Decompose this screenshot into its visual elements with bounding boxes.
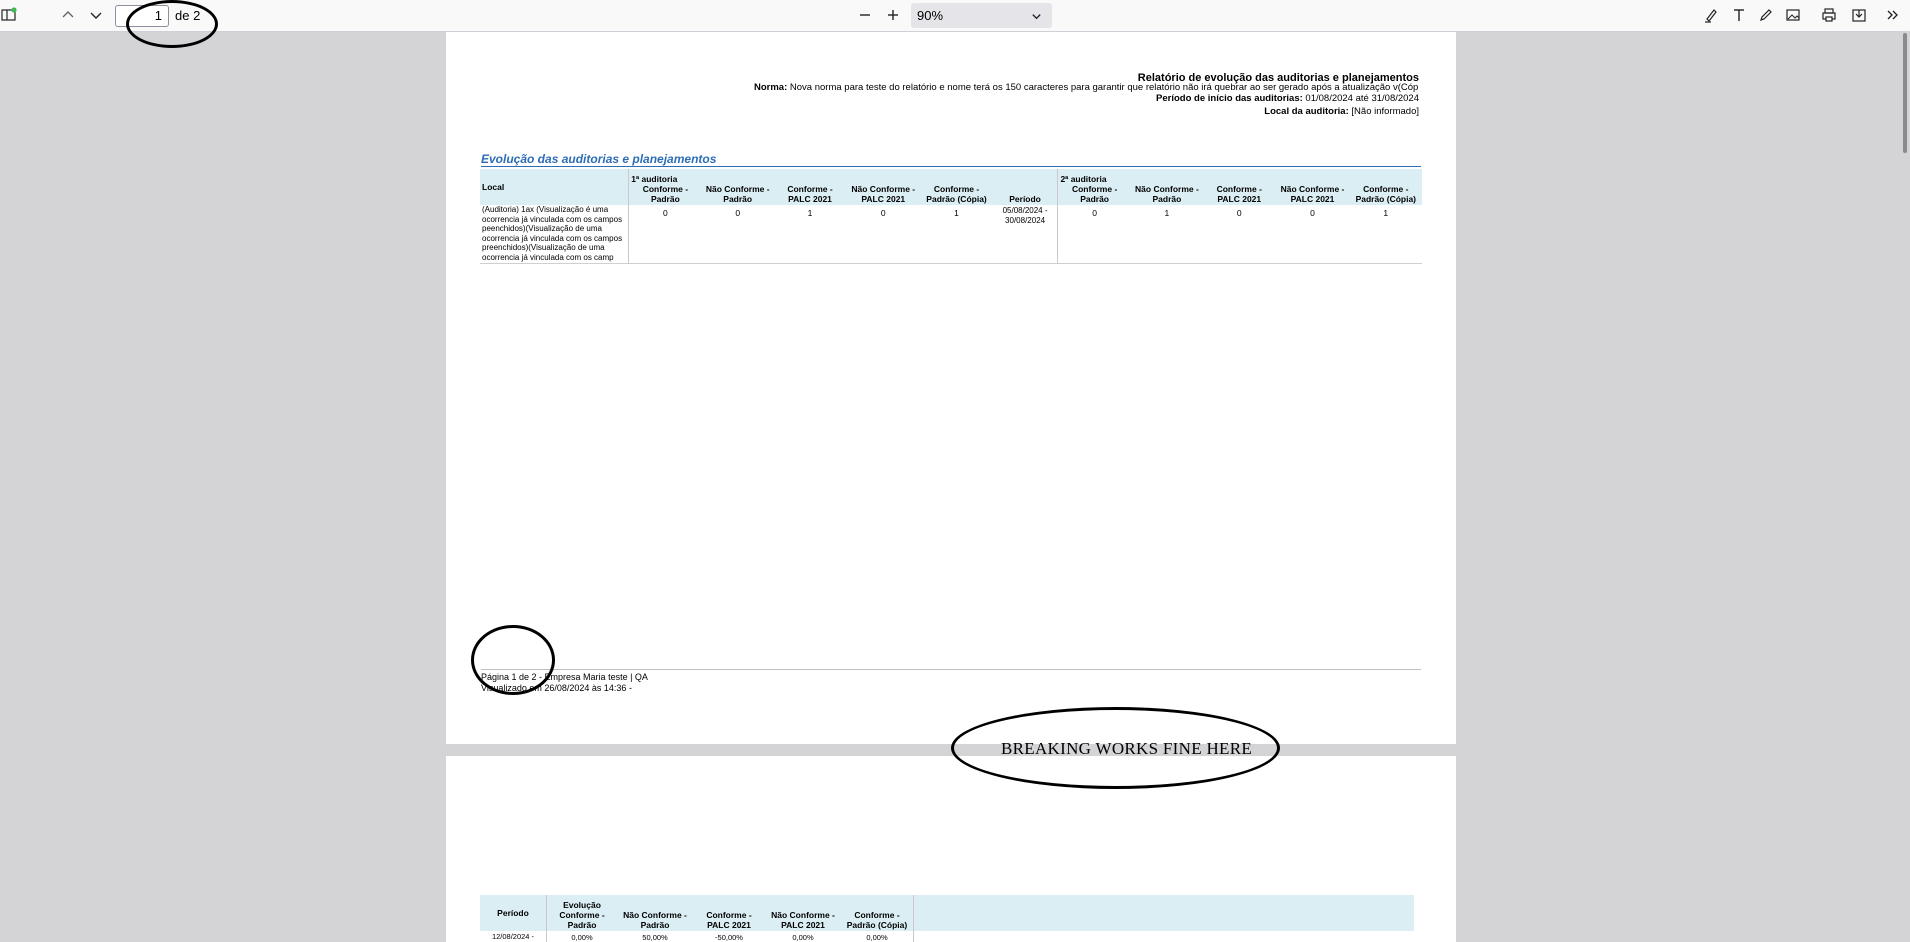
- col-header: 1ª auditoria Conforme - Padrão: [628, 169, 702, 205]
- periodo-cell: 05/08/2024 - 30/08/2024: [992, 205, 1059, 264]
- col-header: Não Conforme - PALC 2021: [765, 895, 841, 931]
- periodo-line: Período de início das auditorias: 01/08/…: [1156, 93, 1419, 104]
- pdf-page-2: Período Evolução Conforme - Padrão Não Co…: [446, 756, 1456, 942]
- value-cell: 0: [1236, 208, 1242, 218]
- pdf-page-1: Relatório de evolução das auditorias e p…: [446, 32, 1456, 744]
- annotation-ellipse-page-number: [126, 0, 218, 48]
- highlight-icon[interactable]: [1702, 6, 1720, 24]
- local-label: Local da auditoria:: [1264, 106, 1349, 117]
- col-header-label: Conforme - Padrão: [1071, 184, 1118, 204]
- value-cell: 1: [807, 208, 813, 218]
- col-header: Não Conforme - Padrão: [1130, 169, 1204, 205]
- value-cell: 50,00%: [642, 933, 668, 942]
- value-cell: 0,00%: [792, 933, 814, 942]
- section-title: Evolução das auditorias e planejamentos: [481, 152, 717, 166]
- text-icon[interactable]: [1730, 6, 1748, 24]
- draw-icon[interactable]: [1757, 6, 1775, 24]
- local-value: [Não informado]: [1351, 106, 1419, 117]
- col-header: Conforme - Padrão (Cópia): [920, 169, 993, 205]
- value-cell: 1: [954, 208, 959, 218]
- sidebar-toggle-icon[interactable]: [0, 6, 18, 24]
- col-header: 2ª auditoria Conforme - Padrão: [1057, 169, 1131, 205]
- scrollbar-thumb[interactable]: [1903, 33, 1907, 153]
- value-cell: 0: [735, 208, 741, 218]
- periodo-header: Período: [992, 169, 1059, 205]
- periodo-label: Período de início das auditorias:: [1156, 93, 1303, 104]
- periodo-cell: 12/08/2024 - 01/09/2024: [480, 931, 547, 942]
- periodo-value: 01/08/2024 até 31/08/2024: [1305, 93, 1419, 104]
- col-header: Evolução Conforme - Padrão: [546, 895, 617, 931]
- value-cell: 0: [663, 208, 668, 218]
- value-cell: 0,00%: [841, 931, 914, 942]
- col-header: Conforme - Padrão (Cópia): [1349, 169, 1422, 205]
- chevron-down-icon: [1031, 10, 1042, 25]
- zoom-in-icon[interactable]: [885, 7, 901, 23]
- group-header-1: 1ª auditoria: [631, 174, 678, 184]
- col-header: Conforme - PALC 2021: [693, 895, 765, 931]
- save-icon[interactable]: [1850, 6, 1868, 24]
- table-row: 12/08/2024 - 01/09/2024 0,00% 50,00% -50…: [480, 931, 1414, 942]
- value-cell: 1: [1383, 208, 1389, 218]
- pdf-toolbar: 1 de 2 90%: [0, 0, 1910, 32]
- print-icon[interactable]: [1820, 6, 1838, 24]
- header-filler: [913, 895, 1414, 931]
- footer-divider: [481, 669, 1421, 670]
- zoom-select[interactable]: 90%: [911, 3, 1052, 28]
- norma-label: Norma:: [754, 82, 788, 93]
- norma-value: Nova norma para teste do relatório e nom…: [789, 82, 1419, 93]
- evolution-percent-table: Período Evolução Conforme - Padrão Não Co…: [480, 895, 1414, 942]
- value-cell: 0: [880, 208, 886, 218]
- next-page-icon[interactable]: [88, 7, 104, 23]
- table-header-row: Período Evolução Conforme - Padrão Não Co…: [480, 895, 1414, 931]
- table-header-row: Local 1ª auditoria Conforme - Padrão Não …: [480, 169, 1422, 205]
- zoom-value: 90%: [917, 8, 944, 23]
- local-line: Local da auditoria: [Não informado]: [1264, 106, 1419, 117]
- value-cell: 0,00%: [571, 933, 593, 942]
- col-header: Não Conforme - PALC 2021: [846, 169, 921, 205]
- value-cell: -50,00%: [715, 933, 743, 942]
- col-header-label: Conforme - Padrão: [642, 184, 689, 204]
- periodo-header: Período: [480, 895, 547, 931]
- col-header: Não Conforme - Padrão: [617, 895, 693, 931]
- norma-line: Norma: Nova norma para teste do relatóri…: [754, 82, 1419, 93]
- evolution-table: Local 1ª auditoria Conforme - Padrão Não …: [480, 169, 1422, 264]
- group-header-2: 2ª auditoria: [1060, 174, 1107, 184]
- vertical-scrollbar[interactable]: [1900, 31, 1910, 942]
- annotation-ellipse-footer: [471, 625, 555, 695]
- image-icon[interactable]: [1784, 6, 1802, 24]
- annotation-text: BREAKING WORKS FINE HERE: [1001, 739, 1253, 758]
- section-divider: [481, 166, 1421, 167]
- table-row: (Auditoria) 1ax (Visualização é uma ocor…: [480, 205, 1422, 264]
- col-header: Não Conforme - Padrão: [701, 169, 774, 205]
- col-header: Conforme - Padrão (Cópia): [841, 895, 914, 931]
- col-header-label: Conforme - Padrão: [559, 910, 605, 930]
- col-header: Conforme - PALC 2021: [1203, 169, 1276, 205]
- value-cell: 1: [1164, 208, 1170, 218]
- local-cell: (Auditoria) 1ax (Visualização é uma ocor…: [480, 205, 630, 264]
- value-cell: 0: [1310, 208, 1315, 218]
- local-header: Local: [480, 169, 630, 205]
- col-header: Não Conforme - PALC 2021: [1275, 169, 1350, 205]
- col-header: Conforme - PALC 2021: [773, 169, 847, 205]
- value-cell: 0: [1092, 208, 1097, 218]
- zoom-out-icon[interactable]: [857, 7, 873, 23]
- row-filler: [914, 931, 1415, 942]
- evolucao-header: Evolução: [563, 900, 601, 910]
- tools-menu-icon[interactable]: [1884, 6, 1902, 24]
- previous-page-icon[interactable]: [60, 7, 76, 23]
